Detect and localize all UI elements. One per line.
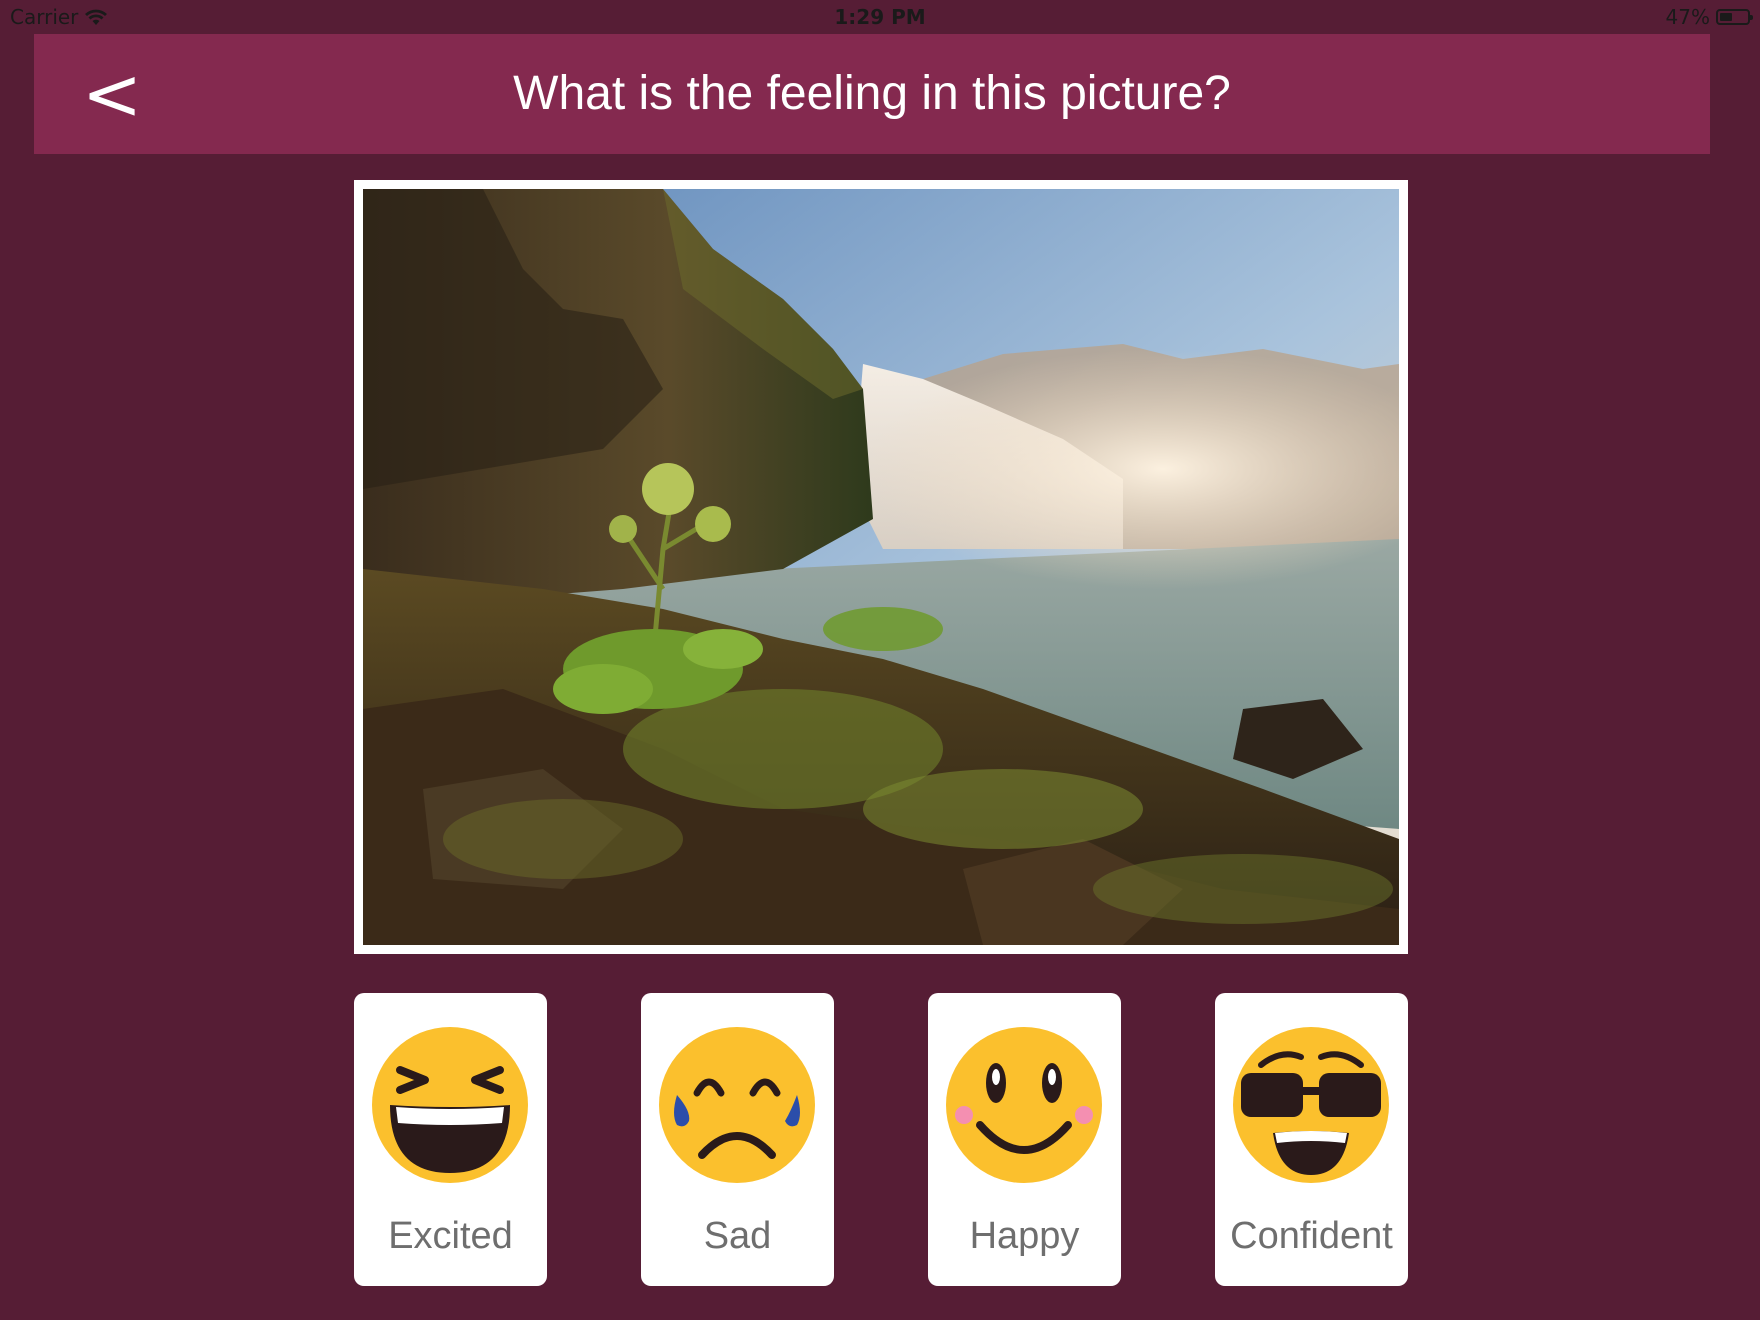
- choice-label: Excited: [388, 1215, 513, 1257]
- choice-sad[interactable]: Sad: [641, 993, 834, 1286]
- confident-face-icon: [1233, 1027, 1389, 1183]
- clock: 1:29 PM: [834, 5, 926, 29]
- choice-label: Sad: [703, 1215, 772, 1257]
- page-title: What is the feeling in this picture?: [513, 67, 1231, 120]
- battery-percent: 47%: [1665, 5, 1710, 29]
- battery-level: [1720, 13, 1732, 21]
- picture-frame: [354, 180, 1408, 954]
- sad-face-icon: [659, 1027, 815, 1183]
- excited-face-icon: [372, 1027, 528, 1183]
- status-bar: Carrier 1:29 PM 47%: [0, 0, 1760, 34]
- battery-indicator: 47%: [1665, 5, 1753, 29]
- back-button[interactable]: <: [72, 52, 152, 136]
- choice-excited[interactable]: Excited: [354, 993, 547, 1286]
- choice-label: Confident: [1230, 1215, 1393, 1257]
- battery-icon: [1716, 9, 1753, 25]
- choice-confident[interactable]: Confident: [1215, 993, 1408, 1286]
- waterfall-photo: [363, 189, 1399, 945]
- header-bar: What is the feeling in this picture? <: [34, 34, 1710, 154]
- happy-face-icon: [946, 1027, 1102, 1183]
- choice-label: Happy: [969, 1215, 1080, 1257]
- choice-happy[interactable]: Happy: [928, 993, 1121, 1286]
